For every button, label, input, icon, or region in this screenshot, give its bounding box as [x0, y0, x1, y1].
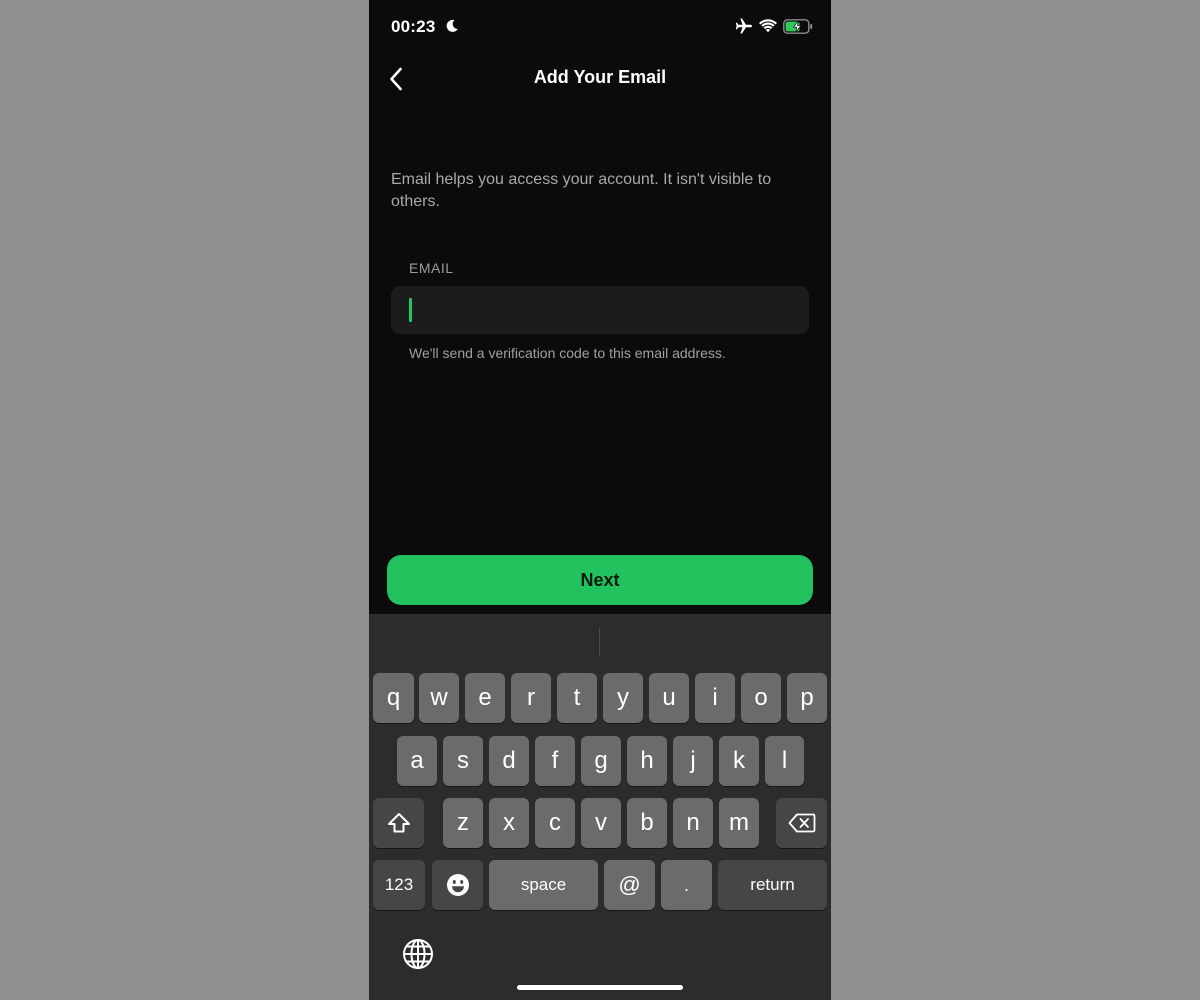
- key-v[interactable]: v: [581, 798, 621, 848]
- emoji-key[interactable]: [432, 860, 483, 910]
- shift-key[interactable]: [373, 798, 424, 848]
- key-b[interactable]: b: [627, 798, 667, 848]
- key-x[interactable]: x: [489, 798, 529, 848]
- page-title: Add Your Email: [533, 67, 667, 87]
- text-cursor: [409, 298, 412, 322]
- key-t[interactable]: t: [557, 673, 597, 723]
- keyboard: q w e r t y u i o p a s d f g h j k l z …: [369, 614, 831, 1000]
- battery-charging-icon: [783, 18, 813, 34]
- key-w[interactable]: w: [419, 673, 459, 723]
- dot-key[interactable]: .: [661, 860, 712, 910]
- phone-screen: 00:23 Add Your Email Email helps you acc…: [369, 0, 831, 1000]
- key-i[interactable]: i: [695, 673, 735, 723]
- email-field[interactable]: [391, 286, 809, 334]
- shift-icon: [387, 813, 410, 833]
- delete-key[interactable]: [776, 798, 827, 848]
- space-key[interactable]: space: [489, 860, 598, 910]
- home-indicator: [517, 985, 683, 990]
- email-input[interactable]: [391, 286, 809, 334]
- email-field-label: EMAIL: [409, 260, 454, 276]
- key-j[interactable]: j: [673, 736, 713, 786]
- status-time: 00:23: [391, 17, 436, 36]
- at-key[interactable]: @: [604, 860, 655, 910]
- key-k[interactable]: k: [719, 736, 759, 786]
- moon-icon: [446, 19, 458, 32]
- wifi-icon: [759, 19, 777, 33]
- key-e[interactable]: e: [465, 673, 505, 723]
- key-f[interactable]: f: [535, 736, 575, 786]
- key-c[interactable]: c: [535, 798, 575, 848]
- key-s[interactable]: s: [443, 736, 483, 786]
- key-m[interactable]: m: [719, 798, 759, 848]
- status-icons: [735, 18, 813, 34]
- description-text: Email helps you access your account. It …: [391, 171, 772, 210]
- key-z[interactable]: z: [443, 798, 483, 848]
- numbers-key[interactable]: 123: [373, 860, 425, 910]
- key-u[interactable]: u: [649, 673, 689, 723]
- key-y[interactable]: y: [603, 673, 643, 723]
- key-p[interactable]: p: [787, 673, 827, 723]
- key-q[interactable]: q: [373, 673, 414, 723]
- next-button[interactable]: Next: [387, 555, 813, 605]
- emoji-icon: [446, 874, 469, 896]
- key-d[interactable]: d: [489, 736, 529, 786]
- email-hint-text: We'll send a verification code to this e…: [409, 345, 726, 361]
- key-a[interactable]: a: [397, 736, 437, 786]
- key-o[interactable]: o: [741, 673, 781, 723]
- key-r[interactable]: r: [511, 673, 551, 723]
- keyboard-suggestion-divider: [599, 628, 600, 656]
- key-n[interactable]: n: [673, 798, 713, 848]
- key-h[interactable]: h: [627, 736, 667, 786]
- key-l[interactable]: l: [765, 736, 804, 786]
- globe-icon[interactable]: [401, 937, 435, 971]
- return-key[interactable]: return: [718, 860, 827, 910]
- airplane-icon: [735, 18, 752, 34]
- key-g[interactable]: g: [581, 736, 621, 786]
- delete-icon: [788, 813, 815, 833]
